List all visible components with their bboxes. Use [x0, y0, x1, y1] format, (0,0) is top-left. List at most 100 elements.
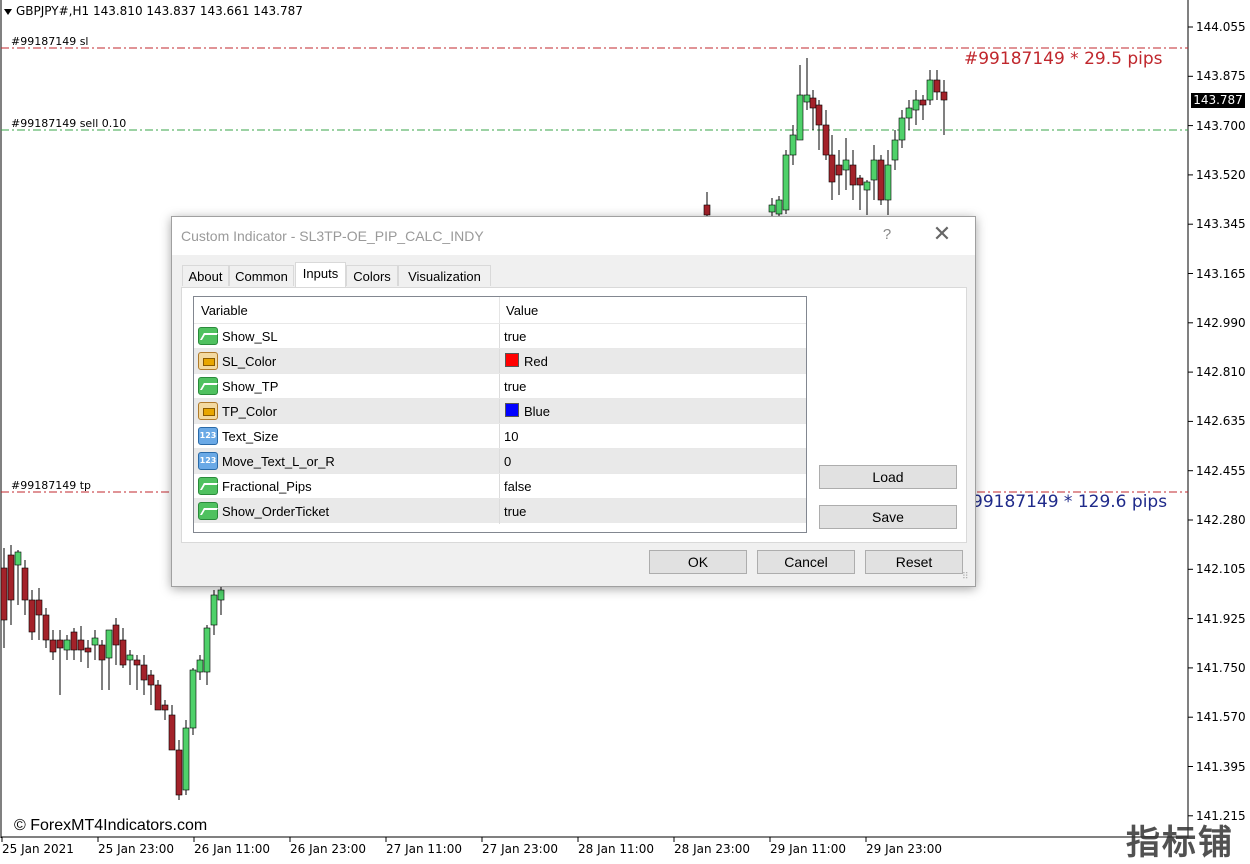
price-tick-label: 141.925	[1196, 611, 1246, 626]
time-tick-label: 26 Jan 11:00	[194, 842, 270, 856]
dialog-title: Custom Indicator - SL3TP-OE_PIP_CALC_IND…	[181, 228, 484, 244]
inputs-grid[interactable]: Variable Value Show_SL true SL_Color Red…	[193, 296, 807, 533]
input-row-fractional-pips[interactable]: Fractional_Pips false	[194, 473, 806, 499]
time-tick-label: 29 Jan 11:00	[770, 842, 846, 856]
price-tick-label: 142.810	[1196, 365, 1246, 380]
variable-value[interactable]: false	[504, 479, 531, 494]
chart-menu-triangle-icon[interactable]	[4, 8, 12, 15]
variable-name: Show_OrderTicket	[222, 504, 330, 519]
sl-pips-label: #99187149 * 29.5 pips	[964, 49, 1163, 69]
variable-value[interactable]: true	[504, 379, 526, 394]
load-button[interactable]: Load	[819, 465, 957, 489]
price-tick-label: 143.165	[1196, 266, 1246, 281]
save-button[interactable]: Save	[819, 505, 957, 529]
copyright-text: © ForexMT4Indicators.com	[14, 817, 208, 834]
time-tick-label: 25 Jan 23:00	[98, 842, 174, 856]
price-tick-label: 142.635	[1196, 414, 1246, 429]
grid-header: Variable Value	[194, 297, 806, 323]
variable-column-header[interactable]: Variable	[201, 303, 248, 318]
cancel-button[interactable]: Cancel	[757, 550, 855, 574]
cell-divider	[499, 349, 500, 374]
color-swatch[interactable]	[505, 403, 519, 417]
bear-candle	[112, 624, 120, 646]
price-tick-label: 143.700	[1196, 118, 1246, 133]
column-divider[interactable]	[499, 297, 500, 323]
price-tick-label: 144.055	[1196, 20, 1246, 34]
cell-divider	[499, 424, 500, 449]
tab-inputs[interactable]: Inputs	[295, 262, 346, 287]
help-icon[interactable]: ?	[880, 226, 894, 243]
input-row-tp-color[interactable]: TP_Color Blue	[194, 398, 806, 424]
bull-candle	[210, 594, 218, 626]
bear-candle	[809, 97, 817, 109]
bear-candle	[168, 714, 176, 751]
color-icon	[198, 352, 218, 370]
input-row-show-sl[interactable]: Show_SL true	[194, 323, 806, 349]
price-tick-marks	[1188, 26, 1193, 817]
input-row-move-text[interactable]: 123 Move_Text_L_or_R 0	[194, 448, 806, 474]
variable-value[interactable]: Red	[524, 354, 548, 369]
bear-candle	[835, 164, 843, 176]
time-tick-label: 29 Jan 23:00	[866, 842, 942, 856]
variable-name: SL_Color	[222, 354, 277, 369]
sl-line-label: #99187149 sl	[11, 35, 89, 48]
close-icon[interactable]: ✕	[932, 223, 952, 245]
price-tick-label: 141.395	[1196, 759, 1246, 774]
reset-button[interactable]: Reset	[865, 550, 963, 574]
bull-candle	[912, 99, 920, 111]
bear-candle	[175, 749, 183, 796]
resize-grip-icon[interactable]: ⠿	[962, 572, 972, 584]
input-row-text-size[interactable]: 123 Text_Size 10	[194, 423, 806, 449]
price-tick-label: 143.520	[1196, 167, 1246, 182]
bear-candle	[815, 104, 823, 126]
cell-divider	[499, 449, 500, 474]
variable-value[interactable]: true	[504, 504, 526, 519]
tab-colors[interactable]: Colors	[346, 265, 398, 286]
value-column-header[interactable]: Value	[506, 303, 538, 318]
variable-value[interactable]: 10	[504, 429, 518, 444]
bear-candle	[877, 159, 885, 201]
time-tick-label: 25 Jan 2021	[2, 842, 74, 856]
bull-candle	[217, 589, 225, 601]
variable-value[interactable]: true	[504, 329, 526, 344]
inputs-panel: Variable Value Show_SL true SL_Color Red…	[181, 287, 967, 543]
variable-value[interactable]: 0	[504, 454, 511, 469]
color-swatch[interactable]	[505, 353, 519, 367]
bear-candle	[98, 644, 106, 661]
bull-candle	[926, 79, 934, 101]
bull-candle	[182, 727, 190, 791]
dialog-titlebar[interactable]: Custom Indicator - SL3TP-OE_PIP_CALC_IND…	[172, 217, 975, 255]
bull-candle	[14, 551, 22, 566]
bull-candle	[803, 94, 811, 103]
chart-header[interactable]: GBPJPY#,H1 143.810 143.837 143.661 143.7…	[4, 4, 303, 18]
cell-divider	[499, 399, 500, 424]
bull-candle	[782, 154, 790, 211]
bear-candle	[0, 567, 8, 621]
tab-about[interactable]: About	[182, 265, 229, 286]
bear-candle	[919, 99, 927, 106]
bear-candle	[849, 164, 857, 186]
input-row-show-tp[interactable]: Show_TP true	[194, 373, 806, 399]
ok-button[interactable]: OK	[649, 550, 747, 574]
entry-line-label: #99187149 sell 0.10	[11, 117, 127, 130]
tab-visualization[interactable]: Visualization	[398, 265, 491, 286]
bear-candle	[77, 639, 85, 651]
variable-name: Show_TP	[222, 379, 279, 394]
bear-candle	[154, 684, 162, 711]
cell-divider	[499, 474, 500, 499]
price-tick-label: 142.280	[1196, 513, 1246, 527]
bool-icon	[198, 502, 218, 520]
bull-candle	[105, 629, 113, 659]
input-row-show-order-ticket[interactable]: Show_OrderTicket true	[194, 498, 806, 524]
number-icon: 123	[198, 427, 218, 445]
bear-candle	[161, 704, 169, 711]
bull-candle	[91, 637, 99, 646]
bear-candle	[35, 599, 43, 616]
bull-candle	[842, 159, 850, 171]
bull-candle	[891, 139, 899, 161]
variable-value[interactable]: Blue	[524, 404, 550, 419]
custom-indicator-dialog[interactable]: Custom Indicator - SL3TP-OE_PIP_CALC_IND…	[171, 216, 976, 587]
tab-common[interactable]: Common	[229, 265, 294, 286]
input-row-sl-color[interactable]: SL_Color Red	[194, 348, 806, 374]
bull-candle	[189, 669, 197, 729]
